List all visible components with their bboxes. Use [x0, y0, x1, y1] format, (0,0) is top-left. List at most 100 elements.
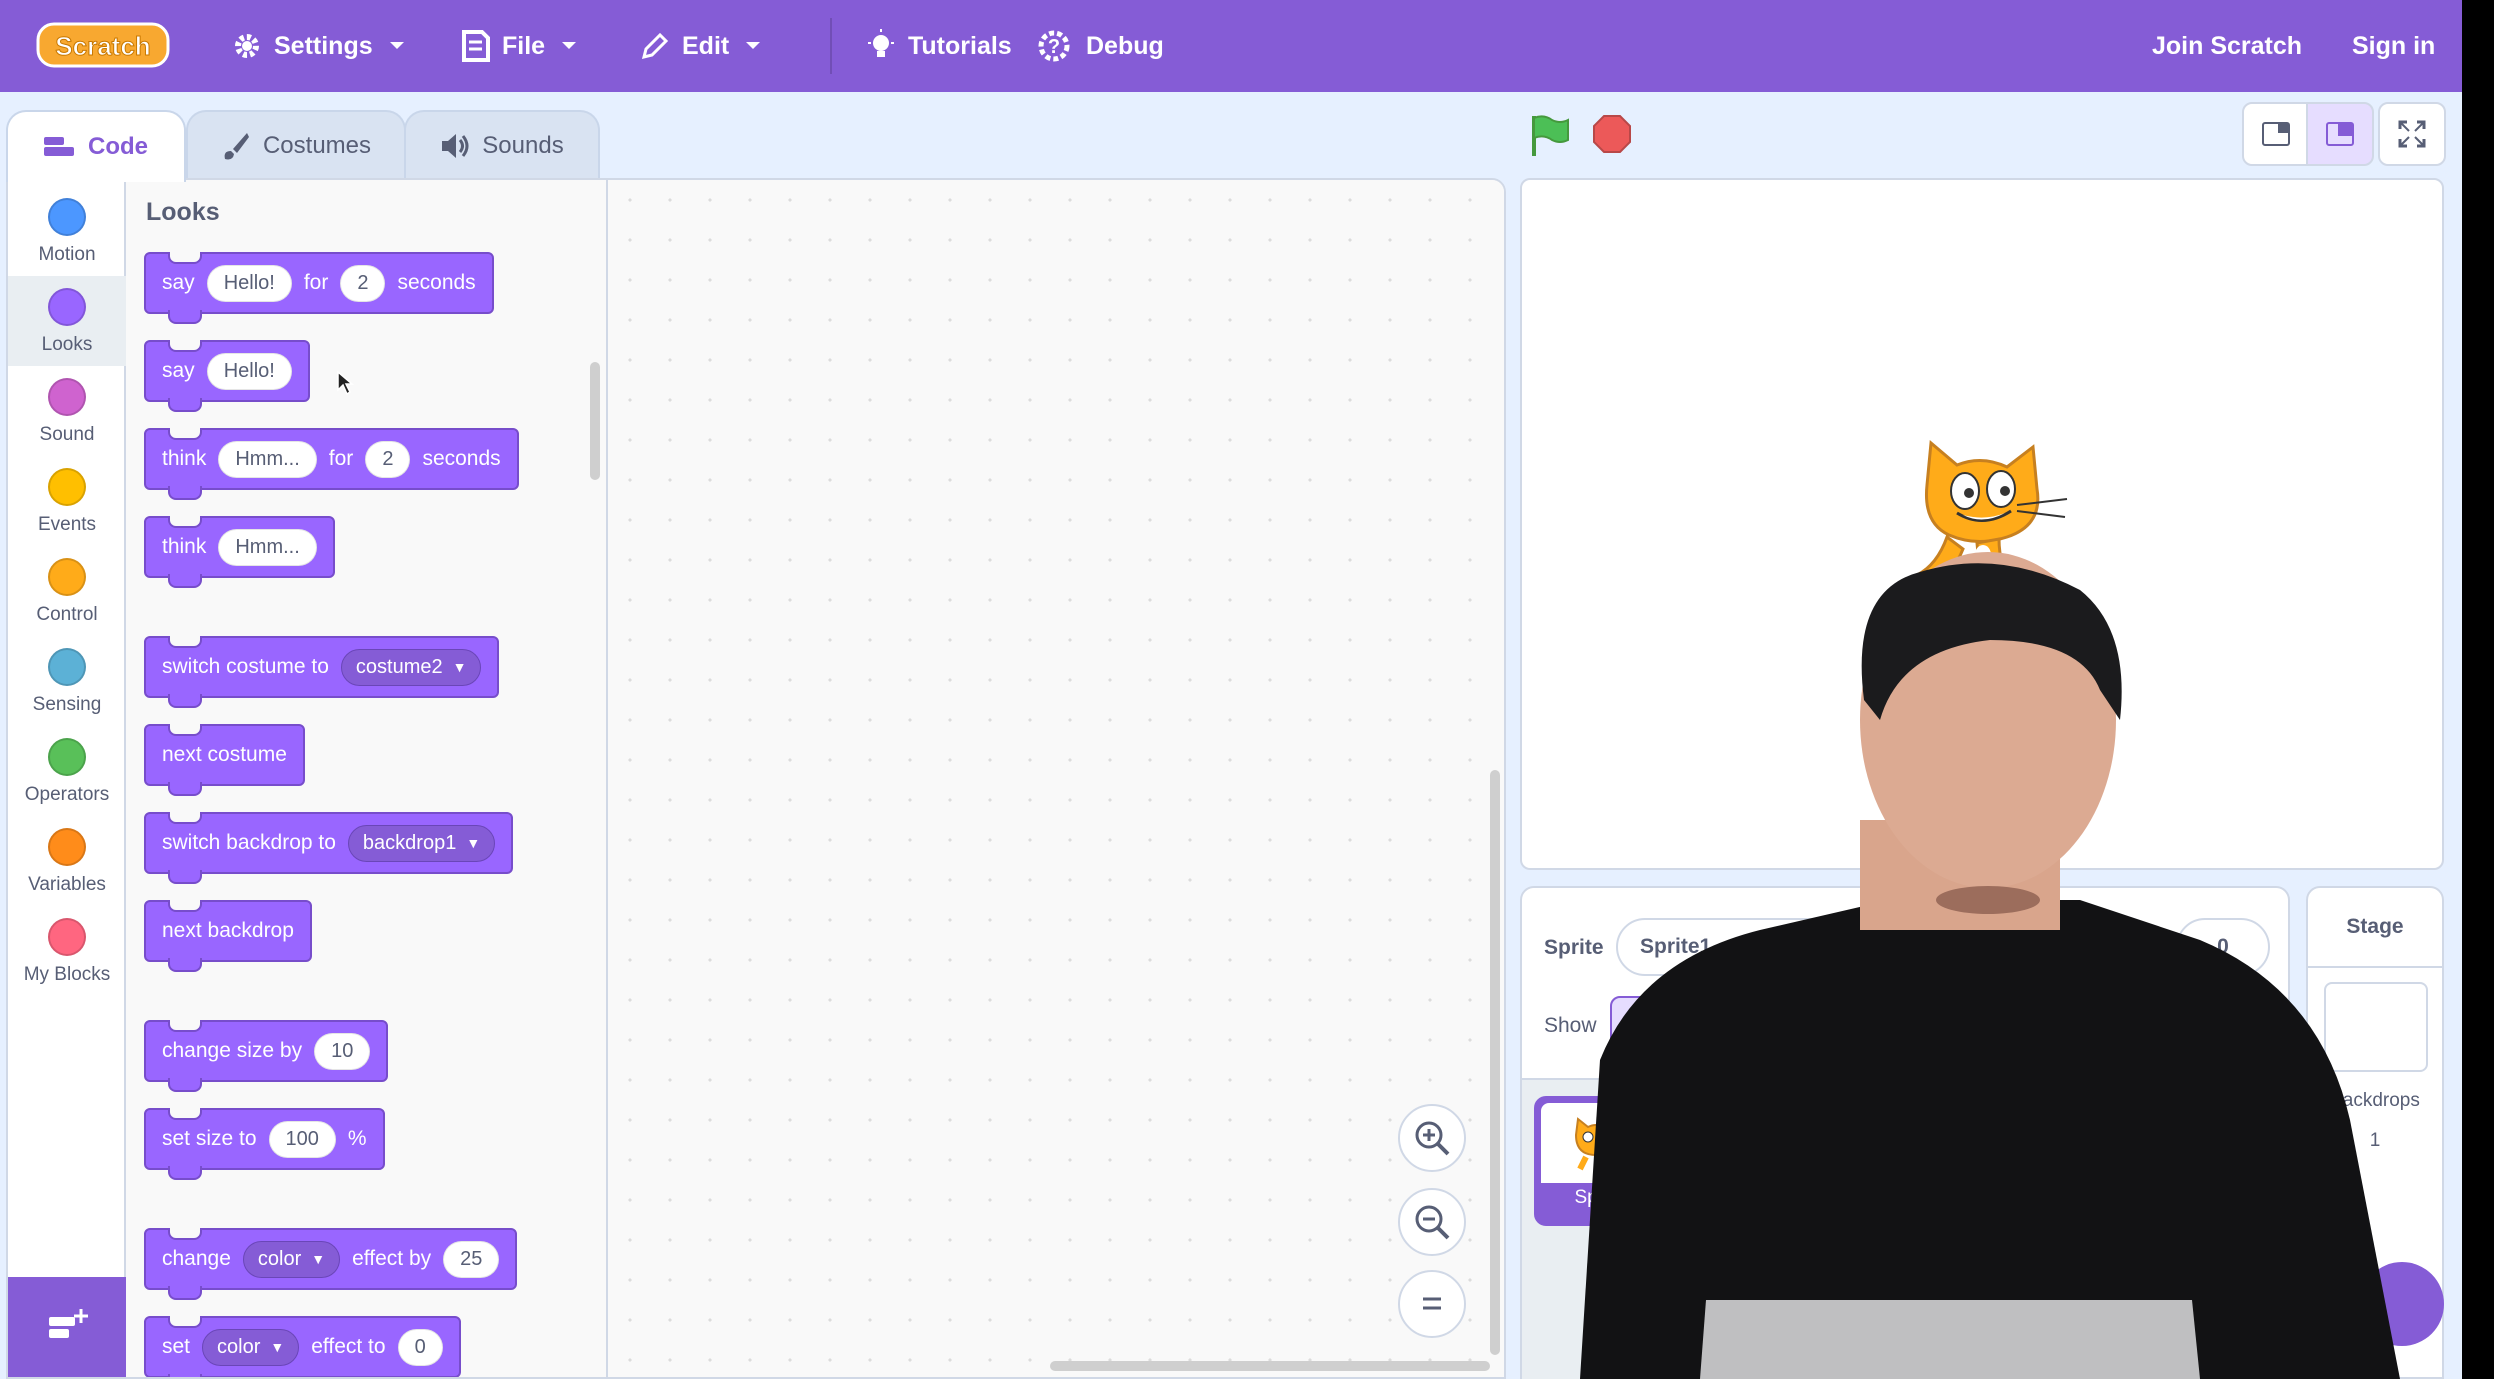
- block-dropdown-value: backdrop1: [362, 831, 457, 854]
- block-palette: Looks say Hello! for 2 seconds say Hello! think…: [128, 180, 608, 1377]
- block-input[interactable]: Hmm...: [218, 440, 317, 478]
- looks-block[interactable]: switch costume to costume2 ▼: [144, 636, 500, 708]
- show-sprite-toggle[interactable]: [1610, 996, 1674, 1054]
- add-sprite-button[interactable]: [2360, 1262, 2444, 1346]
- fullscreen-button[interactable]: [2378, 102, 2446, 166]
- green-flag-icon[interactable]: [1528, 112, 1572, 158]
- join-scratch-link[interactable]: Join Scratch: [2152, 0, 2302, 92]
- looks-block[interactable]: set size to 100%: [144, 1108, 385, 1180]
- sprite-list: Sprit: [1522, 1080, 2288, 1379]
- sprite-thumbnail-image: [1541, 1103, 1647, 1183]
- sign-in-link[interactable]: Sign in: [2352, 0, 2435, 92]
- category-label: Looks: [41, 334, 93, 355]
- pencil-icon: [641, 32, 669, 60]
- block-text: seconds: [397, 271, 476, 294]
- script-workspace[interactable]: [610, 180, 1504, 1377]
- file-label: File: [502, 31, 546, 60]
- category-operators[interactable]: Operators: [8, 726, 126, 816]
- category-menu: Motion Looks Sound Events Control Sensing Oper…: [8, 180, 126, 1377]
- block-input[interactable]: 2: [340, 264, 386, 302]
- looks-block[interactable]: think Hmm... for 2 seconds: [144, 428, 519, 500]
- block-dropdown[interactable]: costume2 ▼: [340, 648, 482, 686]
- category-motion[interactable]: Motion: [8, 186, 126, 276]
- looks-block[interactable]: change size by 10: [144, 1020, 389, 1092]
- category-color-dot: [48, 198, 86, 236]
- category-events[interactable]: Events: [8, 456, 126, 546]
- palette-scrollbar[interactable]: [590, 362, 600, 480]
- workspace-horizontal-scrollbar[interactable]: [1050, 1361, 1490, 1371]
- paintbrush-icon: [224, 133, 249, 160]
- debug-menu[interactable]: ? Debug: [1034, 0, 1164, 92]
- block-dropdown-value: costume2: [355, 655, 443, 678]
- cat-sprite[interactable]: [1887, 425, 2087, 605]
- looks-block[interactable]: say Hello!: [144, 340, 310, 412]
- block-input[interactable]: Hello!: [206, 264, 292, 302]
- block-input[interactable]: 0: [397, 1328, 443, 1366]
- backdrops-label: Backdrops: [2330, 1090, 2420, 1111]
- block-text: next costume: [162, 743, 287, 766]
- category-variables[interactable]: Variables: [8, 816, 126, 906]
- svg-text:?: ?: [1048, 36, 1060, 58]
- stage[interactable]: [1520, 178, 2444, 870]
- looks-block[interactable]: next costume: [144, 724, 305, 796]
- equals-icon: [1423, 1297, 1441, 1310]
- category-sensing[interactable]: Sensing: [8, 636, 126, 726]
- zoom-in-button[interactable]: [1398, 1104, 1466, 1172]
- normal-stage-button[interactable]: [2306, 102, 2374, 166]
- edit-label: Edit: [682, 31, 730, 60]
- category-control[interactable]: Control: [8, 546, 126, 636]
- block-input[interactable]: Hmm...: [218, 528, 317, 566]
- block-dropdown[interactable]: color ▼: [202, 1328, 300, 1366]
- block-input[interactable]: 25: [443, 1240, 500, 1278]
- block-dropdown[interactable]: backdrop1 ▼: [347, 824, 496, 862]
- block-dropdown[interactable]: color ▼: [242, 1240, 341, 1278]
- tutorials-menu[interactable]: Tutorials: [866, 0, 1012, 92]
- chevron-down-icon: [562, 42, 577, 49]
- speaker-icon: [442, 134, 469, 158]
- looks-block[interactable]: switch backdrop to backdrop1 ▼: [144, 812, 514, 884]
- category-color-dot: [48, 918, 86, 956]
- block-dropdown-value: color: [257, 1247, 302, 1270]
- menu-bar: Scratch Settings File Edit Tutorials ? D…: [0, 0, 2462, 92]
- chevron-down-icon: [389, 42, 404, 49]
- tab-code[interactable]: Code: [6, 110, 186, 182]
- sprite-name-field[interactable]: Sprite1: [1616, 918, 1856, 976]
- block-input[interactable]: 10: [314, 1032, 371, 1070]
- add-extension-button[interactable]: [8, 1277, 126, 1377]
- zoom-out-button[interactable]: [1398, 1188, 1466, 1256]
- block-text: say: [162, 271, 195, 294]
- settings-menu[interactable]: Settings: [232, 0, 405, 92]
- lightbulb-icon: [868, 29, 894, 57]
- sprite-info-pane: Sprite Sprite1 y 0 Show Sprit: [1520, 886, 2290, 1379]
- edit-menu[interactable]: Edit: [640, 0, 761, 92]
- block-input[interactable]: 100: [268, 1120, 336, 1158]
- looks-block[interactable]: change color ▼ effect by 25: [144, 1228, 518, 1300]
- tab-sounds[interactable]: Sounds: [404, 110, 600, 180]
- zoom-reset-button[interactable]: [1398, 1270, 1466, 1338]
- looks-block[interactable]: set color ▼ effect to 0: [144, 1316, 461, 1377]
- chevron-down-icon: [746, 42, 761, 49]
- block-input[interactable]: Hello!: [206, 352, 292, 390]
- scratch-logo[interactable]: Scratch: [36, 20, 170, 70]
- file-menu[interactable]: File: [460, 0, 577, 92]
- block-input[interactable]: 2: [365, 440, 411, 478]
- stage-thumbnail[interactable]: [2324, 982, 2428, 1072]
- looks-block[interactable]: say Hello! for 2 seconds: [144, 252, 494, 324]
- block-text: switch costume to: [162, 655, 329, 678]
- category-label: Motion: [38, 244, 96, 265]
- looks-block[interactable]: think Hmm...: [144, 516, 335, 588]
- code-blocks-icon: [44, 137, 74, 156]
- sprite-thumbnail[interactable]: Sprit: [1534, 1096, 1654, 1226]
- category-sound[interactable]: Sound: [8, 366, 126, 456]
- category-label: Sound: [39, 424, 95, 445]
- scratch-editor: Scratch Settings File Edit Tutorials ? D…: [0, 0, 2462, 1379]
- looks-block[interactable]: next backdrop: [144, 900, 312, 972]
- small-stage-button[interactable]: [2242, 102, 2310, 166]
- category-my-blocks[interactable]: My Blocks: [8, 906, 126, 996]
- workspace-vertical-scrollbar[interactable]: [1490, 770, 1500, 1355]
- category-looks[interactable]: Looks: [8, 276, 126, 366]
- y-label: y: [2152, 936, 2164, 959]
- stop-icon[interactable]: [1592, 114, 1632, 154]
- tab-costumes[interactable]: Costumes: [186, 110, 406, 180]
- y-field[interactable]: 0: [2176, 918, 2270, 976]
